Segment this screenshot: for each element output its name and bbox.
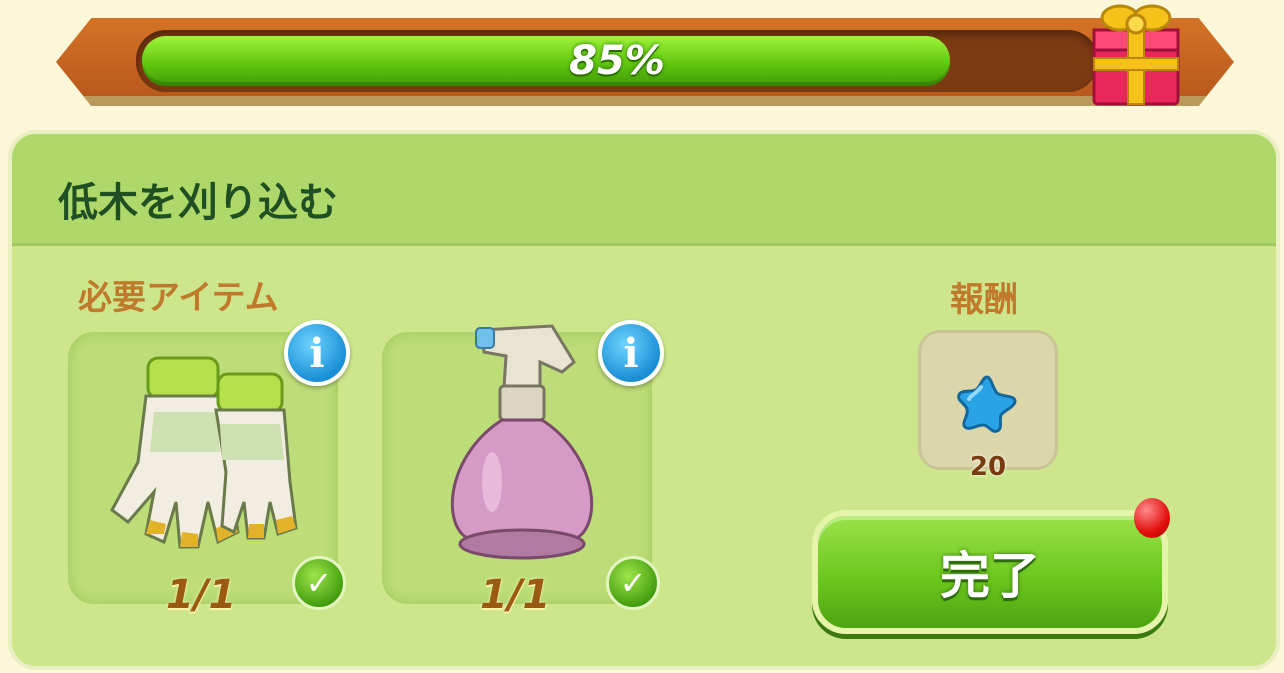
progress-percent: 85% [569, 38, 665, 84]
reward-card [918, 330, 1058, 470]
complete-button[interactable]: 完了 [812, 510, 1168, 634]
spray-bottle-icon [450, 324, 594, 560]
item-count: 1/1 [166, 572, 237, 618]
checkmark-icon: ✓ [606, 556, 660, 610]
reward-label: 報酬 [950, 280, 1018, 320]
checkmark-icon: ✓ [292, 556, 346, 610]
required-items-label: 必要アイテム [78, 278, 279, 318]
task-title: 低木を刈り込む [58, 180, 338, 226]
gardening-gloves-icon [110, 356, 298, 549]
gift-box-icon[interactable] [1086, 0, 1186, 110]
reward-amount: 20 [969, 452, 1007, 482]
item-info-button[interactable]: i [284, 320, 350, 386]
item-count: 1/1 [480, 572, 551, 618]
task-screen: 85% 低木を刈り込む 必要アイテム 報酬 i 1/1 ✓ i 1/1 ✓ 20… [0, 0, 1284, 673]
notification-badge [1134, 498, 1170, 538]
task-header: 低木を刈り込む [12, 134, 1276, 246]
item-info-button[interactable]: i [598, 320, 664, 386]
blue-star-icon [957, 375, 1017, 433]
